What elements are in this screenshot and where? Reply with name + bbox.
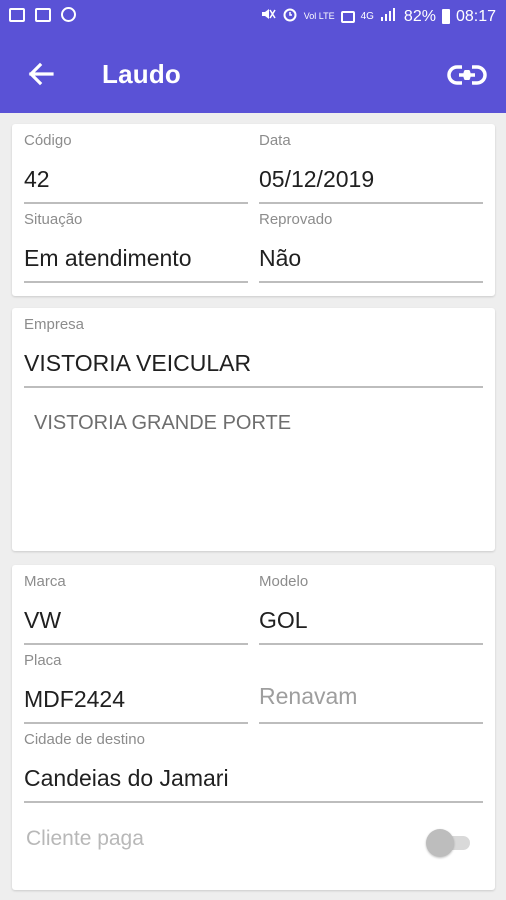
marca-value: VW xyxy=(24,607,62,633)
cidade-destino-field[interactable]: Cidade de destino Candeias do Jamari xyxy=(24,731,483,803)
reprovado-field[interactable]: Reprovado Não xyxy=(259,211,483,283)
situacao-label: Situação xyxy=(24,211,83,228)
alarm-icon xyxy=(282,6,298,27)
empresa-underline xyxy=(24,386,483,388)
dnd-icon xyxy=(61,7,76,22)
situacao-value: Em atendimento xyxy=(24,245,192,271)
image-icon xyxy=(9,7,25,22)
empresa-field[interactable]: Empresa VISTORIA VEICULAR xyxy=(24,316,483,388)
empresa-value: VISTORIA VEICULAR xyxy=(24,350,252,376)
battery-icon xyxy=(441,9,450,24)
empresa-description: VISTORIA GRANDE PORTE xyxy=(34,412,292,434)
reprovado-underline xyxy=(259,281,483,283)
marca-underline xyxy=(24,643,248,645)
info-card: Código 42 Data 05/12/2019 Situação Em at… xyxy=(12,124,495,296)
data-label: Data xyxy=(259,132,291,149)
app-bar: Laudo xyxy=(0,35,506,113)
mute-icon xyxy=(260,6,276,27)
codigo-field[interactable]: Código 42 xyxy=(24,132,248,204)
battery-percentage: 82% xyxy=(403,7,436,25)
data-underline xyxy=(259,202,483,204)
marca-field[interactable]: Marca VW xyxy=(24,573,248,645)
cidade-destino-underline xyxy=(24,801,483,803)
back-arrow-icon[interactable] xyxy=(24,57,58,91)
cliente-paga-toggle[interactable] xyxy=(426,827,474,857)
data-field[interactable]: Data 05/12/2019 xyxy=(259,132,483,204)
placa-field[interactable]: Placa MDF2424 xyxy=(24,652,248,724)
cidade-destino-value: Candeias do Jamari xyxy=(24,765,229,791)
renavam-underline xyxy=(259,722,483,724)
modelo-underline xyxy=(259,643,483,645)
situacao-field[interactable]: Situação Em atendimento xyxy=(24,211,248,283)
reprovado-value: Não xyxy=(259,245,302,271)
veiculo-card: Marca VW Modelo GOL Placa MDF2424 Renava… xyxy=(12,565,495,890)
codigo-label: Código xyxy=(24,132,72,149)
empresa-label: Empresa xyxy=(24,316,85,333)
data-value: 05/12/2019 xyxy=(259,166,375,192)
sim-icon xyxy=(340,10,355,23)
page-title: Laudo xyxy=(102,59,181,89)
laptop-icon xyxy=(35,7,51,22)
placa-underline xyxy=(24,722,248,724)
placa-label: Placa xyxy=(24,652,62,669)
empresa-card: Empresa VISTORIA VEICULAR VISTORIA GRAND… xyxy=(12,308,495,551)
renavam-field[interactable]: Renavam xyxy=(259,652,483,724)
reprovado-label: Reprovado xyxy=(259,211,333,228)
4g-icon: 4G xyxy=(360,11,374,22)
modelo-field[interactable]: Modelo GOL xyxy=(259,573,483,645)
marca-label: Marca xyxy=(24,573,66,590)
codigo-underline xyxy=(24,202,248,204)
signal-icon xyxy=(380,6,398,27)
situacao-underline xyxy=(24,281,248,283)
modelo-value: GOL xyxy=(259,607,308,633)
codigo-value: 42 xyxy=(24,166,50,192)
status-bar-system: Vol LTE 4G 82% 08:17 xyxy=(260,6,496,27)
modelo-label: Modelo xyxy=(259,573,309,590)
link-icon[interactable] xyxy=(446,59,488,91)
toggle-thumb xyxy=(426,829,454,857)
status-bar-notifications xyxy=(9,7,76,22)
clock: 08:17 xyxy=(455,7,496,25)
cidade-destino-label: Cidade de destino xyxy=(24,731,145,748)
renavam-placeholder: Renavam xyxy=(259,683,358,709)
placa-value: MDF2424 xyxy=(24,686,125,712)
cliente-paga-label: Cliente paga xyxy=(26,827,144,850)
volte-icon: Vol LTE xyxy=(303,11,335,21)
status-bar: Vol LTE 4G 82% 08:17 xyxy=(0,0,506,35)
